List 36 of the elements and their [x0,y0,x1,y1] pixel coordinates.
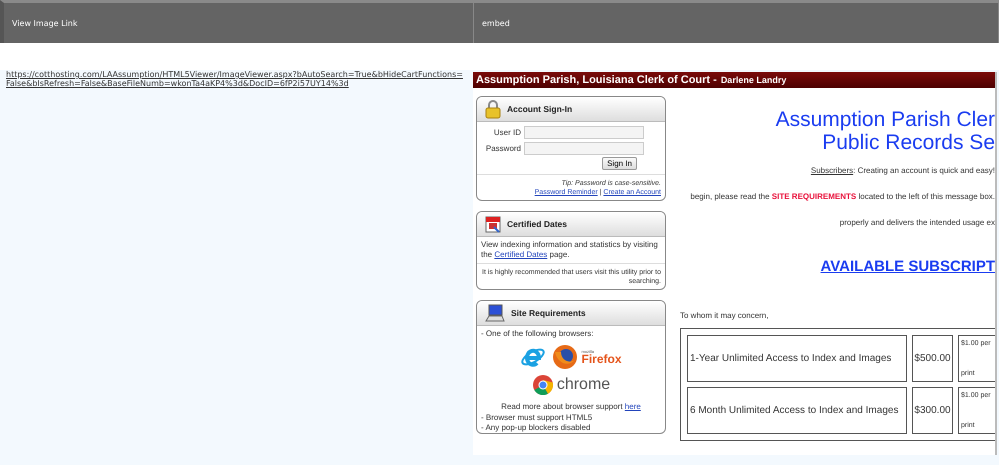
support-text: Read more about browser support here [500,401,642,413]
subscribers-text: Subscribers: Creating an account is quick and easy! [810,165,995,177]
salutation-text: To whom it may concern, [680,311,768,320]
column-header: View Image Link [4,3,474,43]
plan-name-cell: 1-Year Unlimited Access to Index and Images [687,335,907,382]
info-text: View indexing information and statistics by visiting the Certified Dates page. [480,239,659,261]
plan-name-cell: 6 Month Unlimited Access to Index and Images [687,387,907,434]
requirement-item: - Any pop-up blockers disabled [480,423,592,433]
page-heading: Assumption Parish Cler Public Records Se [776,108,995,154]
price-cell: $300.00 [912,387,953,434]
intro-text: - One of the following browsers: [480,328,594,340]
panel-title: Site Requirements [511,308,586,318]
price-cell: $500.00 [912,335,953,382]
usage-text: properly and delivers the intended usage ex [840,217,995,229]
subscriptions-link[interactable]: AVAILABLE SUBSCRIPT [820,258,995,275]
column-header: embed [474,3,999,43]
chrome-logo-icon [532,374,554,396]
calendar-icon [485,215,501,233]
logo-text: chrome [556,376,610,394]
image-link[interactable]: https://cotthosting.com/LAAssumption/HTML5Viewer/ImageViewer.aspx?bAutoSearch=True&bHideCartFunctions=False&bIsRefresh=False&BaseFileNumb=wkonTa4aKP4%3d&DocID=6fP2i57UY14%3d [6,70,464,88]
field-label: User ID [492,128,521,137]
banner-title: Assumption Parish, Louisiana Clerk of Court - [476,73,717,88]
logo-text: Firefox [581,354,622,365]
panel-title: Account Sign-In [507,104,572,114]
clerk-name: Darlene Landry [720,74,786,87]
support-link[interactable]: here [624,402,641,411]
requirement-item: - Browser must support HTML5 [480,413,594,423]
certified-dates-link[interactable]: Certified Dates [494,250,548,259]
sign-in-button[interactable]: Sign In [602,157,637,170]
padlock-icon [485,99,501,119]
panel-title: Certified Dates [507,219,567,229]
instructions-text: begin, please read the SITE REQUIREMENTS located to the left of this message box. [690,191,995,203]
text-field[interactable] [524,142,644,155]
field-label: Password [484,144,521,153]
text-field[interactable] [524,126,644,139]
computer-icon [485,304,505,322]
